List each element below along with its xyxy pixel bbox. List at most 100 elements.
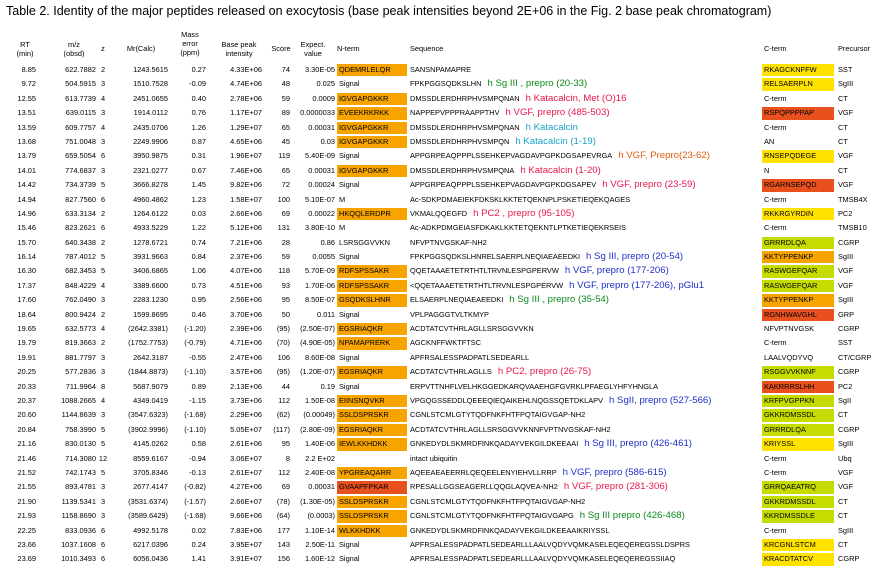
table-row: 23.69 1010.3493 6 6056.0436 1.41 3.91E+07 156 1… (0, 552, 880, 566)
precursor-cell: SST (838, 65, 853, 74)
identity-note: h Sg III prepro (426-468) (579, 510, 685, 522)
cterm-cell: RSGGVVKNNF (762, 366, 834, 379)
rt-cell: 13.59 (17, 122, 37, 132)
cterm-cell: GKKRDMSSDL (762, 495, 834, 509)
z-cell: 4 (100, 93, 106, 103)
mass-error-cell: (-0.79) (184, 338, 206, 348)
sequence-text: VPGQGSSEDDLQEEEQIEQAIKEHLNQGSSQETDKLAPV (410, 395, 604, 405)
expect-cell: 2.2 E+02 (305, 453, 335, 463)
nterm-cell: EGSRIAQKR (337, 366, 407, 379)
nterm-cell: YPGREAQARR (337, 466, 407, 480)
table-row: 20.25 577.2836 3 (1844.8873) (-1.10) 3.57E+06… (0, 365, 880, 379)
score-cell: 59 (281, 252, 290, 262)
z-cell: 2 (100, 309, 106, 319)
base-peak-cell: 4.71E+06 (230, 338, 262, 348)
mz-cell: 659.5054 (65, 151, 96, 161)
mz-cell: 830.0130 (65, 439, 96, 449)
identity-note: h VGF, prepro (23-59) (602, 179, 696, 191)
cterm-cell: RKKRGYRDIN (762, 207, 834, 221)
mz-cell: 751.0048 (65, 136, 96, 146)
identity-note: h Sg III, prepro (20-54) (586, 251, 684, 263)
base-peak-cell: 2.66E+07 (230, 496, 262, 506)
mass-error-cell: 0.76 (191, 108, 206, 118)
mass-error-cell: 0.02 (191, 525, 206, 535)
cterm-cell: KKRDMSSDLE (762, 510, 834, 523)
precursor-cell: CGRP (838, 237, 860, 247)
sequence-text: ACDTATCVTHRLAGLLS (410, 367, 492, 377)
score-cell: 118 (278, 266, 290, 276)
nterm-cell: QDEMRLELQR (337, 64, 407, 77)
rt-cell: 21.55 (17, 482, 37, 492)
sequence-cell: Ac-ADKPDMGEIASFDKAKLKKTETQEKNTLPTKETIEQE… (410, 221, 626, 235)
header-mr: Mr(Calc) (116, 44, 166, 53)
expect-cell: 0.011 (317, 309, 335, 319)
mass-error-cell: -0.94 (189, 453, 206, 463)
precursor-cell: CT (838, 136, 848, 146)
mass-error-cell: 1.06 (191, 266, 206, 276)
base-peak-cell: 2.37E+06 (230, 252, 262, 262)
mass-error-cell: -0.55 (189, 352, 206, 362)
mr-cell: (3531.6374) (128, 496, 168, 506)
base-peak-cell: 3.91E+07 (230, 554, 262, 564)
header-line: (obsd) (63, 49, 85, 58)
mr-cell: 5687.9079 (133, 381, 168, 391)
sequence-cell: ACDTATCVTHRLAGLLS h PC2, prepro (26-75) (410, 365, 591, 379)
peptide-table-body: 8.85 622.7882 2 1243.5615 0.27 4.33E+06 74 3.30… (0, 63, 880, 567)
score-cell: 69 (281, 482, 290, 492)
sequence-cell: QQETAAAETETRTHTLTRVNLESPGPERVW h VGF, pre… (410, 264, 669, 278)
mass-error-cell: 0.74 (191, 237, 206, 247)
table-row: 20.37 1088.2665 4 4349.0419 -1.15 3.73E+06 112… (0, 394, 880, 408)
identity-note: h VGF, prepro (586-615) (562, 466, 667, 478)
cterm-cell: C-term (764, 453, 787, 463)
sequence-text: AQEEAEAEERRLQEQEELENYIEHVLLRRP (410, 467, 557, 477)
rt-cell: 12.55 (17, 93, 37, 103)
mr-cell: 3931.9663 (133, 252, 168, 262)
precursor-cell: CGRP (838, 367, 860, 377)
sequence-text: FPKPGGSQDKSLHNRELSAERPLNEQIAEAEEDKI (410, 252, 581, 262)
header-line: Base peak (221, 40, 257, 49)
header-line: m/z (68, 40, 80, 49)
table-row: 15.70 640.3438 2 1278.6721 0.74 7.21E+06 28 0.8… (0, 236, 880, 250)
cterm-cell: C-term (764, 223, 787, 233)
header-precursor: Precursor (838, 44, 878, 53)
cterm-cell: GRRRDLQA (762, 423, 834, 437)
mass-error-cell: (-1.20) (184, 324, 206, 334)
z-cell: 6 (100, 554, 106, 564)
table-row: 16.30 682.3453 5 3406.6865 1.06 4.07E+06 118 5.… (0, 264, 880, 278)
base-peak-cell: 5.12E+06 (230, 223, 262, 233)
base-peak-cell: 4.33E+06 (230, 65, 262, 74)
mass-error-cell: 0.46 (191, 309, 206, 319)
header-line: RT (20, 40, 30, 49)
nterm-cell: Signal (339, 79, 360, 89)
mr-cell: 1264.6122 (133, 208, 168, 218)
precursor-cell: PC2 (838, 208, 853, 218)
rt-cell: 16.14 (17, 252, 37, 262)
sequence-cell: ERPVTTNHFLVELHKGGEDKARQVAAEHGFGVRKLPFAEG… (410, 380, 658, 394)
header-line: Sequence (410, 44, 444, 53)
header-line: Mass (181, 30, 199, 39)
mz-cell: 632.5773 (65, 324, 96, 334)
cterm-cell: NFVPTNVGSK (764, 324, 815, 334)
table-row: 22.25 833.0936 6 4992.5178 0.02 7.83E+06 177 1.… (0, 524, 880, 538)
mr-cell: 1278.6721 (133, 237, 168, 247)
rt-cell: 14.94 (17, 194, 37, 204)
sequence-cell: APFRSALESSPADPATLSEDEARLLLAALVQDYVQMKASE… (410, 552, 675, 566)
identity-note: h VGF, prepro (485-503) (505, 107, 610, 119)
sequence-cell: <QQETAAAETETRTHTLTRVNLESPGPERVW h VGF, pr… (410, 279, 704, 293)
expect-cell: 0.00031 (308, 482, 335, 492)
precursor-cell: CT (838, 410, 848, 420)
nterm-cell: RDFSPSSAKR (337, 265, 407, 278)
table-header: RT (min) m/z (obsd) z Mr(Calc) Mass error (p… (0, 30, 880, 60)
cterm-cell: AN (764, 136, 775, 146)
table-row: 18.64 800.9424 2 1599.8695 0.46 3.70E+06 50 0.0… (0, 308, 880, 322)
sequence-text: GNKEDYDLSKMRDFINKQADAYVEKGILDKEEAAI (410, 439, 579, 449)
mz-cell: 622.7882 (65, 65, 96, 74)
z-cell: 2 (100, 208, 106, 218)
mz-cell: 639.0115 (65, 108, 96, 118)
sequence-cell: AQEEAEAEERRLQEQEELENYIEHVLLRRP h VGF, pre… (410, 466, 667, 480)
base-peak-cell: 3.57E+06 (230, 367, 262, 377)
sequence-cell: ACDTATCVTHRLAGLLSRSGGVVKNNFVPTNVGSKAF-NH… (410, 423, 611, 437)
sequence-cell: RPESALLGGSEAGERLLQQGLAQVEA-NH2 h VGF, pre… (410, 480, 668, 494)
sequence-cell: GNKEDYDLSKMRDFINKQADAYVEKGILDKEEAAIKRIYS… (410, 524, 609, 538)
nterm-cell: GVAAPFPKAR (337, 481, 407, 494)
